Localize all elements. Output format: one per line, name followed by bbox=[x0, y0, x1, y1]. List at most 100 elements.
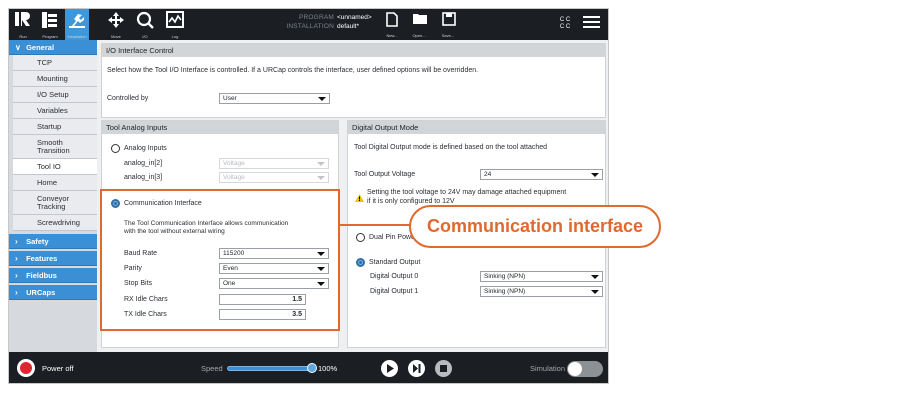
chevron-down-icon bbox=[591, 290, 599, 294]
open-button[interactable]: Open... bbox=[407, 9, 431, 40]
simulation-toggle[interactable] bbox=[567, 361, 603, 377]
tool-output-voltage-label: Tool Output Voltage bbox=[354, 171, 416, 178]
nav-label: Log bbox=[171, 34, 179, 39]
sidebar-item-label: Tool IO bbox=[37, 162, 61, 171]
digital-output-1-value: Sinking (NPN) bbox=[484, 288, 526, 295]
sidebar-item-label: Startup bbox=[37, 122, 62, 131]
nav-program-button[interactable]: Program bbox=[38, 9, 62, 40]
tool-output-voltage-select[interactable]: 24 bbox=[480, 169, 603, 180]
sidebar-item-smooth-transition[interactable]: Smooth Transition bbox=[13, 135, 97, 159]
sidebar-group-fieldbus[interactable]: › Fieldbus bbox=[9, 268, 97, 283]
analog-in-2-select[interactable]: Voltage bbox=[219, 158, 329, 169]
save-label: Save... bbox=[441, 33, 455, 38]
sidebar-group-general[interactable]: ∨ General bbox=[9, 40, 97, 55]
step-button[interactable] bbox=[408, 360, 425, 377]
tool-analog-title: Tool Analog Inputs bbox=[102, 121, 338, 134]
tool-output-voltage-value: 24 bbox=[484, 171, 492, 178]
simulation-label: Simulation bbox=[530, 364, 566, 373]
sidebar-item-label: TCP bbox=[37, 58, 52, 67]
digital-output-description: Tool Digital Output mode is defined base… bbox=[354, 144, 548, 151]
communication-highlight-box bbox=[100, 189, 340, 331]
sidebar-group-label: General bbox=[26, 43, 55, 52]
new-button[interactable]: New... bbox=[380, 9, 404, 40]
power-button-icon[interactable] bbox=[17, 359, 35, 377]
sidebar-group-label: Safety bbox=[26, 237, 49, 246]
sidebar-group-label: Features bbox=[26, 254, 58, 263]
nav-run-button[interactable]: Run bbox=[11, 9, 35, 40]
analog-inputs-radio[interactable] bbox=[111, 144, 120, 153]
new-file-icon bbox=[386, 12, 398, 27]
open-folder-icon bbox=[413, 14, 427, 24]
io-icon bbox=[136, 11, 154, 29]
sidebar-item-io-setup[interactable]: I/O Setup bbox=[13, 87, 97, 103]
controlled-by-label: Controlled by bbox=[107, 95, 149, 102]
callout-connector bbox=[340, 224, 412, 226]
speed-slider-handle[interactable] bbox=[307, 363, 317, 373]
hamburger-menu-icon[interactable] bbox=[583, 16, 600, 30]
voltage-warning-line1: Setting the tool voltage to 24V may dama… bbox=[367, 189, 567, 196]
sidebar-item-screwdriving[interactable]: Screwdriving bbox=[13, 215, 97, 231]
stop-button[interactable] bbox=[435, 360, 452, 377]
sidebar-item-startup[interactable]: Startup bbox=[13, 119, 97, 135]
speed-label: Speed bbox=[201, 364, 223, 373]
nav-move-button[interactable]: Move bbox=[104, 9, 128, 40]
sidebar-group-safety[interactable]: › Safety bbox=[9, 234, 97, 249]
stop-icon bbox=[440, 365, 447, 372]
sidebar-item-tcp[interactable]: TCP bbox=[13, 55, 97, 71]
nav-installation-button[interactable]: Installation bbox=[65, 9, 89, 40]
analog-in-3-select[interactable]: Voltage bbox=[219, 172, 329, 183]
warning-icon bbox=[355, 194, 364, 202]
chevron-down-icon bbox=[591, 275, 599, 279]
digital-output-0-select[interactable]: Sinking (NPN) bbox=[480, 271, 603, 282]
sidebar-item-mounting[interactable]: Mounting bbox=[13, 71, 97, 87]
save-button[interactable]: Save... bbox=[436, 9, 460, 40]
sidebar-group-features[interactable]: › Features bbox=[9, 251, 97, 266]
sidebar-item-variables[interactable]: Variables bbox=[13, 103, 97, 119]
header-bar: Run Program Installation Move I/O Log PR… bbox=[9, 9, 608, 40]
nav-label: Installation bbox=[67, 34, 87, 39]
play-icon bbox=[387, 364, 394, 373]
chevron-right-icon: › bbox=[15, 254, 18, 263]
log-icon bbox=[166, 11, 184, 28]
nav-label: Move bbox=[111, 34, 121, 39]
chevron-right-icon: › bbox=[15, 288, 18, 297]
controlled-by-select[interactable]: User bbox=[219, 93, 330, 104]
sidebar-item-tool-io[interactable]: Tool IO bbox=[13, 159, 97, 175]
sidebar-group-urcaps[interactable]: › URCaps bbox=[9, 285, 97, 300]
chevron-down-icon bbox=[318, 97, 326, 101]
analog-in-3-value: Voltage bbox=[223, 174, 245, 181]
program-info: PROGRAM <unnamed> INSTALLATION default* bbox=[267, 13, 371, 31]
cc-top: C C bbox=[559, 17, 571, 23]
power-status-label: Power off bbox=[42, 364, 74, 373]
dual-pin-power-radio[interactable] bbox=[356, 233, 365, 242]
controlled-by-value: User bbox=[223, 95, 237, 102]
sidebar-item-label: Conveyor Tracking bbox=[37, 194, 70, 211]
installation-key: INSTALLATION bbox=[286, 23, 334, 30]
speed-slider-track[interactable] bbox=[227, 366, 314, 371]
cc-indicator: C C C C bbox=[557, 17, 573, 31]
sidebar-item-conveyor-tracking[interactable]: Conveyor Tracking bbox=[13, 191, 97, 215]
step-icon bbox=[413, 364, 421, 373]
io-interface-panel: I/O Interface Control Select how the Too… bbox=[101, 43, 606, 118]
sidebar-item-label: Mounting bbox=[37, 74, 68, 83]
nav-label: I/O bbox=[142, 34, 148, 39]
io-interface-description: Select how the Tool I/O Interface is con… bbox=[107, 67, 479, 74]
nav-log-button[interactable]: Log bbox=[163, 9, 187, 40]
standard-output-radio[interactable] bbox=[356, 258, 365, 267]
analog-in-2-label: analog_in[2] bbox=[124, 160, 163, 167]
digital-output-1-select[interactable]: Sinking (NPN) bbox=[480, 286, 603, 297]
standard-output-label: Standard Output bbox=[369, 259, 421, 266]
digital-output-0-value: Sinking (NPN) bbox=[484, 273, 526, 280]
installation-sidebar: ∨ General TCP Mounting I/O Setup Variabl… bbox=[9, 40, 97, 352]
sidebar-item-home[interactable]: Home bbox=[13, 175, 97, 191]
chevron-down-icon bbox=[317, 176, 325, 180]
nav-io-button[interactable]: I/O bbox=[133, 9, 157, 40]
sidebar-item-label: I/O Setup bbox=[37, 90, 69, 99]
sidebar-item-label: Screwdriving bbox=[37, 218, 80, 227]
sidebar-item-label: Home bbox=[37, 178, 58, 187]
digital-output-title: Digital Output Mode bbox=[348, 121, 605, 134]
open-label: Open... bbox=[412, 33, 426, 38]
footer-bar: Power off Speed 100% Simulation bbox=[9, 352, 608, 383]
ur-logo-icon bbox=[15, 12, 30, 26]
play-button[interactable] bbox=[381, 360, 398, 377]
